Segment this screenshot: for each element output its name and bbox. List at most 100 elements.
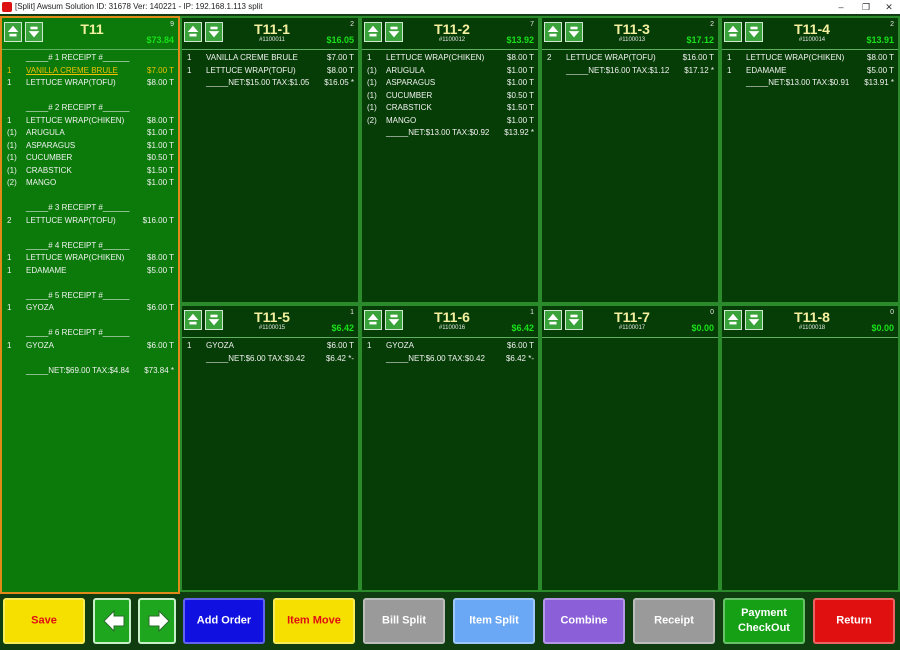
line-price: $1.00 T (147, 128, 174, 137)
line-item[interactable]: 1 LETTUCE WRAP(TOFU) $8.00 T (2, 77, 178, 90)
line-item[interactable]: _____# 2 RECEIPT #______ (2, 102, 178, 115)
line-name: VANILLA CREME BRULE (26, 65, 118, 75)
line-item[interactable]: (1) CUCUMBER $0.50 T (2, 152, 178, 165)
line-price: $16.00 T (142, 215, 174, 225)
line-item[interactable]: 1 VANILLA CREME BRULE $7.00 T (182, 52, 358, 65)
line-name: LETTUCE WRAP(CHIKEN) (26, 115, 125, 125)
receipt-button[interactable]: Receipt (633, 598, 715, 644)
panel-total: $13.91 (866, 35, 894, 45)
line-item[interactable] (2, 352, 178, 365)
scroll-down-icon[interactable] (745, 310, 763, 330)
scroll-down-icon[interactable] (565, 22, 583, 42)
line-item[interactable]: (1) ARUGULA $1.00 T (362, 65, 538, 78)
split-panel-t11-1[interactable]: T11-1 #1100011 2 $16.05 1 VANILLA CREME BRULE… (180, 16, 360, 304)
line-item[interactable]: 1 LETTUCE WRAP(CHIKEN) $8.00 T (2, 252, 178, 265)
combine-button[interactable]: Combine (543, 598, 625, 644)
line-item[interactable]: 1 VANILLA CREME BRULE $7.00 T (2, 65, 178, 78)
line-item[interactable]: 2 LETTUCE WRAP(TOFU) $16.00 T (2, 215, 178, 228)
split-panel-t11-3[interactable]: T11-3 #1100013 2 $17.12 2 LETTUCE WRAP(TOFU) $… (540, 16, 720, 304)
line-item[interactable]: _____NET:$6.00 TAX:$0.42 $6.42 *- (182, 353, 358, 366)
scroll-down-icon[interactable] (205, 22, 223, 42)
scroll-down-icon[interactable] (745, 22, 763, 42)
line-item[interactable]: _____# 4 RECEIPT #______ (2, 240, 178, 253)
scroll-up-icon[interactable] (544, 310, 562, 330)
line-item[interactable] (2, 315, 178, 328)
scroll-down-icon[interactable] (385, 22, 403, 42)
line-item[interactable]: 1 EDAMAME $5.00 T (2, 265, 178, 278)
line-item[interactable]: 1 EDAMAME $5.00 T (722, 65, 898, 78)
item-split-button[interactable]: Item Split (453, 598, 535, 644)
line-item[interactable]: 1 LETTUCE WRAP(CHIKEN) $8.00 T (2, 115, 178, 128)
line-item[interactable]: (1) ASPARAGUS $1.00 T (362, 77, 538, 90)
bill-split-button[interactable]: Bill Split (363, 598, 445, 644)
line-name: ASPARAGUS (386, 78, 436, 87)
scroll-up-icon[interactable] (724, 22, 742, 42)
add-order-button[interactable]: Add Order (183, 598, 265, 644)
split-panel-t11-4[interactable]: T11-4 #1100014 2 $13.91 1 LETTUCE WRAP(CHIKEN… (720, 16, 900, 304)
line-item[interactable]: (1) CUCUMBER $0.50 T (362, 90, 538, 103)
line-item[interactable]: _____NET:$15.00 TAX:$1.05 $16.05 * (182, 77, 358, 90)
scroll-down-icon[interactable] (25, 22, 43, 42)
line-item[interactable]: _____NET:$6.00 TAX:$0.42 $6.42 *- (362, 353, 538, 366)
split-panel-t11-6[interactable]: T11-6 #1100016 1 $6.42 1 GYOZA $6.00 T _____NET… (360, 304, 540, 592)
line-item[interactable]: (2) MANGO $1.00 T (2, 177, 178, 190)
line-item[interactable]: 1 LETTUCE WRAP(CHIKEN) $8.00 T (362, 52, 538, 65)
scroll-up-icon[interactable] (364, 310, 382, 330)
line-item[interactable]: _____# 1 RECEIPT #______ (2, 52, 178, 65)
line-name: MANGO (386, 115, 417, 125)
split-panel-t11-7[interactable]: T11-7 #1100017 0 $0.00 (540, 304, 720, 592)
line-item[interactable] (2, 227, 178, 240)
line-item[interactable]: _____# 5 RECEIPT #______ (2, 290, 178, 303)
line-item[interactable]: 1 GYOZA $6.00 T (182, 340, 358, 353)
line-item[interactable]: (1) ARUGULA $1.00 T (2, 127, 178, 140)
split-panel-t11-8[interactable]: T11-8 #1100018 0 $0.00 (720, 304, 900, 592)
minimize-icon[interactable]: – (832, 0, 850, 14)
receipt-label: Receipt (654, 614, 694, 627)
scroll-up-icon[interactable] (184, 310, 202, 330)
line-item[interactable]: _____# 6 RECEIPT #______ (2, 327, 178, 340)
restore-icon[interactable]: ❐ (857, 0, 875, 14)
line-item[interactable]: 2 LETTUCE WRAP(TOFU) $16.00 T (542, 52, 718, 65)
line-item[interactable] (2, 277, 178, 290)
return-label: Return (836, 614, 872, 627)
line-item[interactable]: 1 LETTUCE WRAP(CHIKEN) $8.00 T (722, 52, 898, 65)
scroll-up-icon[interactable] (184, 22, 202, 42)
close-icon[interactable]: ✕ (880, 0, 898, 14)
split-panel-t11-2[interactable]: T11-2 #1100012 7 $13.92 1 LETTUCE WRAP(CHIKEN… (360, 16, 540, 304)
save-button[interactable]: Save (3, 598, 85, 644)
save-label: Save (31, 614, 57, 627)
scroll-down-icon[interactable] (385, 310, 403, 330)
line-item[interactable]: 1 GYOZA $6.00 T (362, 340, 538, 353)
scroll-down-icon[interactable] (205, 310, 223, 330)
header-divider (722, 49, 898, 50)
line-item[interactable]: _____NET:$69.00 TAX:$4.84 $73.84 * (2, 365, 178, 378)
app-icon (2, 2, 12, 12)
next-button[interactable] (138, 598, 176, 644)
item-move-button[interactable]: Item Move (273, 598, 355, 644)
scroll-up-icon[interactable] (364, 22, 382, 42)
scroll-up-icon[interactable] (544, 22, 562, 42)
line-price: $73.84 * (144, 365, 174, 375)
split-panel-t11-5[interactable]: T11-5 #1100015 1 $6.42 1 GYOZA $6.00 T _____NET… (180, 304, 360, 592)
line-item[interactable]: _____NET:$13.00 TAX:$0.91 $13.91 * (722, 77, 898, 90)
line-item[interactable]: 1 GYOZA $6.00 T (2, 302, 178, 315)
line-item[interactable]: _____# 3 RECEIPT #______ (2, 202, 178, 215)
line-item[interactable] (2, 190, 178, 203)
line-item[interactable]: (1) CRABSTICK $1.50 T (2, 165, 178, 178)
payment-checkout-button[interactable]: Payment CheckOut (723, 598, 805, 644)
return-button[interactable]: Return (813, 598, 895, 644)
line-item[interactable] (2, 90, 178, 103)
line-item[interactable]: (1) CRABSTICK $1.50 T (362, 102, 538, 115)
line-item[interactable]: 1 GYOZA $6.00 T (2, 340, 178, 353)
prev-button[interactable] (93, 598, 131, 644)
scroll-up-icon[interactable] (724, 310, 742, 330)
line-item[interactable]: (2) MANGO $1.00 T (362, 115, 538, 128)
main-ticket-panel[interactable]: T11 9 $73.84 _____# 1 RECEIPT #______ 1 VANIL… (0, 16, 180, 594)
line-item[interactable]: 1 LETTUCE WRAP(TOFU) $8.00 T (182, 65, 358, 78)
line-item[interactable]: _____NET:$13.00 TAX:$0.92 $13.92 * (362, 127, 538, 140)
scroll-up-icon[interactable] (4, 22, 22, 42)
scroll-down-icon[interactable] (565, 310, 583, 330)
line-price: $1.50 T (147, 165, 174, 175)
line-item[interactable]: (1) ASPARAGUS $1.00 T (2, 140, 178, 153)
line-item[interactable]: _____NET:$16.00 TAX:$1.12 $17.12 * (542, 65, 718, 78)
